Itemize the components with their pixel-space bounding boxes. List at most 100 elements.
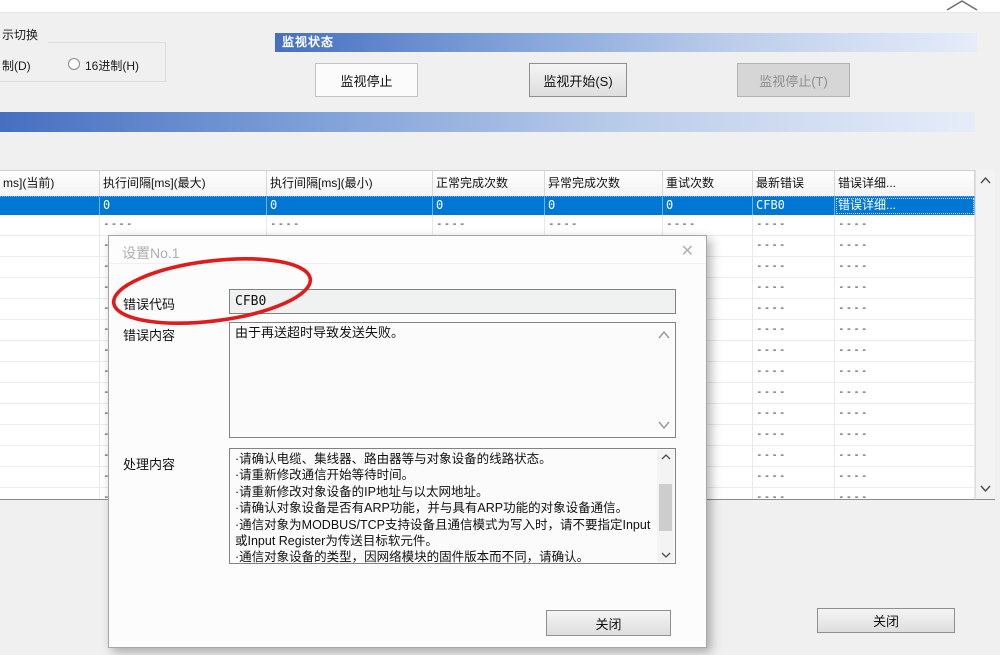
table-cell: ---- xyxy=(835,404,975,424)
table-scrollbar[interactable] xyxy=(975,170,995,500)
column-header-7[interactable]: 错误详细... xyxy=(835,171,975,196)
selected-row-cell: CFB0 xyxy=(753,197,835,215)
table-cell: ---- xyxy=(753,257,835,277)
table-cell xyxy=(0,320,100,340)
selected-row-cell: 0 xyxy=(100,197,267,215)
column-header-0[interactable]: ms](当前) xyxy=(0,171,100,196)
table-cell: ---- xyxy=(753,425,835,445)
table-cell: ---- xyxy=(753,362,835,382)
column-header-4[interactable]: 异常完成次数 xyxy=(545,171,663,196)
table-cell xyxy=(0,278,100,298)
table-cell: ---- xyxy=(753,299,835,319)
table-cell: ---- xyxy=(835,467,975,487)
table-cell xyxy=(0,383,100,403)
error-detail-cell-button[interactable]: 错误详细... xyxy=(835,197,975,215)
dialog-titlebar[interactable] xyxy=(109,236,706,264)
scroll-down-icon[interactable] xyxy=(976,478,995,498)
table-cell xyxy=(0,215,100,235)
selected-row-cell: 0 xyxy=(663,197,753,215)
column-header-1[interactable]: 执行间隔[ms](最大) xyxy=(100,171,267,196)
action-label: 处理内容 xyxy=(123,454,175,473)
window-top-strip xyxy=(0,0,1000,13)
dialog-title: 设置No.1 xyxy=(122,243,180,263)
column-header-2[interactable]: 执行间隔[ms](最小) xyxy=(267,171,433,196)
table-cell: ---- xyxy=(835,425,975,445)
monitor-stop-button-disabled: 监视停止(T) xyxy=(737,63,850,97)
table-header: ms](当前)执行间隔[ms](最大)执行间隔[ms](最小)正常完成次数异常完… xyxy=(0,171,975,196)
display-switch-legend: 示切换 xyxy=(2,26,38,43)
table-row[interactable]: ---------------------------- xyxy=(0,215,975,236)
table-cell xyxy=(0,425,100,445)
lower-section-header xyxy=(0,112,975,132)
table-cell: ---- xyxy=(753,488,835,500)
table-cell: ---- xyxy=(753,383,835,403)
table-cell xyxy=(0,404,100,424)
table-cell: ---- xyxy=(753,404,835,424)
action-scroll-thumb[interactable] xyxy=(659,484,672,531)
monitor-status-section-header: 监视状态 xyxy=(275,33,977,52)
table-cell: ---- xyxy=(663,215,753,235)
table-cell: ---- xyxy=(753,320,835,340)
table-cell: ---- xyxy=(545,215,663,235)
table-cell xyxy=(0,257,100,277)
table-selected-row[interactable]: 00000CFB0错误详细... xyxy=(0,196,975,215)
table-cell xyxy=(0,446,100,466)
selected-row-cell: 0 xyxy=(545,197,663,215)
table-cell: ---- xyxy=(835,278,975,298)
table-cell: ---- xyxy=(753,446,835,466)
table-cell: ---- xyxy=(753,341,835,361)
table-cell: ---- xyxy=(753,236,835,256)
table-cell: ---- xyxy=(753,278,835,298)
table-cell xyxy=(0,467,100,487)
action-text: ·请确认电缆、集线器、路由器等与对象设备的线路状态。 ·请重新修改通信开始等待时… xyxy=(235,451,651,563)
content-scroll-down-icon[interactable] xyxy=(658,421,670,429)
monitor-status-box: 监视停止 xyxy=(315,63,418,97)
column-header-3[interactable]: 正常完成次数 xyxy=(433,171,545,196)
table-cell: ---- xyxy=(267,215,433,235)
footer-close-button[interactable]: 关闭 xyxy=(817,608,955,633)
column-header-6[interactable]: 最新错误 xyxy=(753,171,835,196)
error-content-label: 错误内容 xyxy=(123,325,175,344)
dialog-close-icon[interactable]: ✕ xyxy=(681,241,694,261)
radio-hex[interactable] xyxy=(68,58,80,70)
window-close-icon[interactable] xyxy=(944,0,984,11)
action-scroll-up-icon[interactable] xyxy=(657,450,674,464)
selected-row-cell: 0 xyxy=(433,197,545,215)
table-cell: ---- xyxy=(835,320,975,340)
column-header-5[interactable]: 重试次数 xyxy=(663,171,753,196)
action-scroll-down-icon[interactable] xyxy=(657,548,674,562)
radio-hex-label[interactable]: 16进制(H) xyxy=(85,57,139,74)
table-cell: ---- xyxy=(835,236,975,256)
action-scrollbar[interactable] xyxy=(657,450,674,562)
selected-row-cell xyxy=(0,197,100,215)
table-cell: ---- xyxy=(835,446,975,466)
table-cell: ---- xyxy=(835,215,975,235)
table-cell xyxy=(0,341,100,361)
monitor-start-button[interactable]: 监视开始(S) xyxy=(529,63,627,97)
error-code-field[interactable]: CFB0 xyxy=(229,289,676,314)
table-cell: ---- xyxy=(100,215,267,235)
table-cell: ---- xyxy=(753,215,835,235)
table-cell: ---- xyxy=(835,488,975,500)
action-textarea[interactable]: ·请确认电缆、集线器、路由器等与对象设备的线路状态。 ·请重新修改通信开始等待时… xyxy=(229,448,676,564)
table-cell xyxy=(0,362,100,382)
error-code-label: 错误代码 xyxy=(123,294,175,313)
setting-dialog: 设置No.1 ✕ 错误代码 CFB0 错误内容 由于再送超时导致发送失败。 处理… xyxy=(108,235,707,648)
table-cell: ---- xyxy=(433,215,545,235)
table-cell xyxy=(0,236,100,256)
table-cell xyxy=(0,299,100,319)
dialog-close-button[interactable]: 关闭 xyxy=(546,610,671,636)
table-cell: ---- xyxy=(753,467,835,487)
error-content-text: 由于再送超时导致发送失败。 xyxy=(235,325,651,437)
selected-row-cell: 0 xyxy=(267,197,433,215)
table-cell xyxy=(0,488,100,500)
table-cell: ---- xyxy=(835,299,975,319)
table-cell: ---- xyxy=(835,341,975,361)
table-cell: ---- xyxy=(835,257,975,277)
table-cell: ---- xyxy=(835,383,975,403)
radio-decimal-label[interactable]: 制(D) xyxy=(2,57,31,74)
content-scroll-up-icon[interactable] xyxy=(658,331,670,339)
table-cell: ---- xyxy=(835,362,975,382)
error-content-textarea[interactable]: 由于再送超时导致发送失败。 xyxy=(229,322,676,438)
scroll-up-icon[interactable] xyxy=(976,170,995,190)
